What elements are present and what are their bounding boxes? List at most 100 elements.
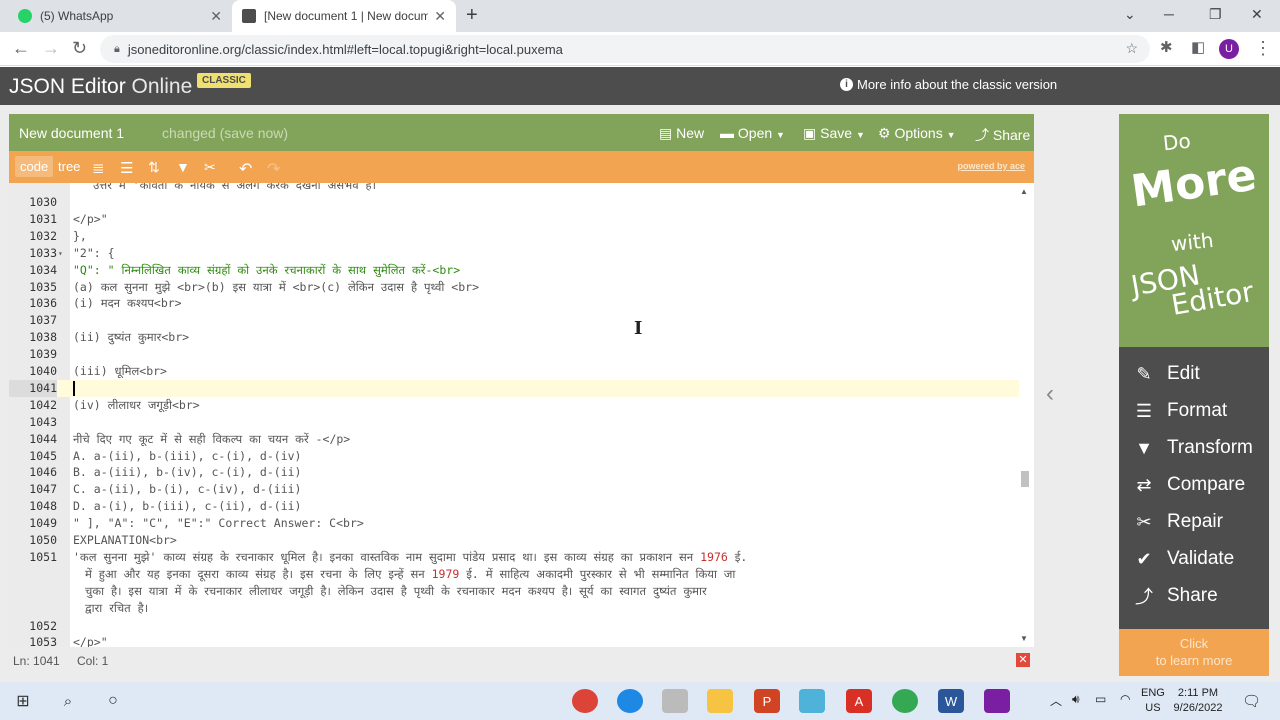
code-line[interactable]: 1041: [9, 379, 1019, 397]
teams-icon[interactable]: [984, 689, 1010, 713]
new-tab-icon[interactable]: +: [466, 4, 478, 27]
open-label: Open: [737, 125, 773, 141]
address-bar[interactable]: 🔒︎ jsoneditoronline.org/classic/index.ht…: [100, 35, 1150, 63]
compact-icon[interactable]: ☰: [120, 159, 133, 177]
code-line[interactable]: 1036 (i) मदन कश्यप<br>: [9, 295, 1019, 312]
json-editor-ad-panel[interactable]: Do More with JSON Editor ✎ Edit ☰ Format ▼ Tr…: [1119, 114, 1269, 676]
code-line[interactable]: 1037: [9, 312, 1019, 329]
tab-json-editor[interactable]: [New document 1 | New docume ✕: [232, 0, 456, 32]
code-line-wrap[interactable]: में हुआ और यह इनका दूसरा काव्य संग्रह है…: [9, 566, 1019, 583]
system-clock[interactable]: 2:11 PM 9/26/2022: [1168, 686, 1228, 716]
close-tab-icon[interactable]: ✕: [210, 8, 222, 25]
word-icon[interactable]: W: [938, 689, 964, 713]
edge-icon[interactable]: [617, 689, 643, 713]
document-name[interactable]: New document 1: [19, 125, 124, 141]
code-line[interactable]: 1032},: [9, 228, 1019, 245]
acrobat-icon[interactable]: A: [846, 689, 872, 713]
file-explorer-icon[interactable]: [707, 689, 733, 713]
code-line[interactable]: 1033 ▾ "2": {: [9, 245, 1019, 262]
chrome-icon[interactable]: [572, 689, 598, 713]
bookmark-star-icon[interactable]: ☆: [1125, 40, 1138, 57]
language-indicator[interactable]: ENG US: [1141, 686, 1165, 716]
powerpoint-icon[interactable]: P: [754, 689, 780, 713]
snipping-tool-icon[interactable]: [662, 689, 688, 713]
undo-icon[interactable]: ↶: [239, 159, 252, 179]
share-button[interactable]: ⤴ Share: [975, 125, 1030, 145]
filter-icon[interactable]: ▼: [176, 159, 190, 175]
code-line-wrap[interactable]: द्वारा रचित है।: [9, 600, 1019, 617]
open-button[interactable]: ▬ Open ▼: [720, 125, 785, 141]
format-icon[interactable]: ≣: [92, 159, 105, 177]
save-button[interactable]: ▣ Save ▼: [803, 125, 865, 142]
forward-icon[interactable]: →: [42, 38, 60, 59]
code-editor[interactable]: उत्तर में 'कविता के नायक से अलग करके देख…: [9, 183, 1034, 647]
side-panel-icon[interactable]: ◧: [1191, 38, 1205, 56]
repair-icon[interactable]: ✂: [204, 159, 216, 176]
code-line[interactable]: 1044 नीचे दिए गए कूट में से सही विकल्प का…: [9, 431, 1019, 448]
brand-logo[interactable]: JSON Editor Online: [9, 75, 192, 99]
collapse-panel-icon[interactable]: ‹: [1046, 380, 1054, 408]
scrollbar-thumb[interactable]: [1021, 471, 1029, 487]
code-line[interactable]: 1050 EXPLANATION<br>: [9, 532, 1019, 549]
code-line[interactable]: 1030: [9, 194, 1019, 211]
new-button[interactable]: ▤ New: [659, 125, 704, 142]
code-line[interactable]: 1031 </p>": [9, 211, 1019, 228]
tray-chevron-icon[interactable]: ︿: [1050, 692, 1062, 709]
app-icon[interactable]: [799, 689, 825, 713]
maximize-icon[interactable]: ❐: [1209, 6, 1222, 23]
code-line[interactable]: 1045 A. a-(ii), b-(iii), c-(i), d-(iv): [9, 448, 1019, 465]
extensions-icon[interactable]: ✱: [1160, 38, 1173, 56]
scroll-down-icon[interactable]: ▼: [1020, 634, 1028, 643]
code-line[interactable]: 1052: [9, 618, 1019, 635]
code-line[interactable]: 1035 (a) कल सुनना मुझे <br>(b) इस यात्रा …: [9, 279, 1019, 296]
code-line[interactable]: 1053 </p>": [9, 634, 1019, 647]
code-line[interactable]: 1040 (iii) धूमिल<br>: [9, 363, 1019, 380]
code-line[interactable]: 1051 'कल सुनना मुझे' काव्य संग्रह के रचना…: [9, 549, 1019, 566]
learn-more-button[interactable]: Click to learn more: [1119, 629, 1269, 676]
code-line[interactable]: 1043: [9, 414, 1019, 431]
line-number: 1033: [29, 245, 57, 260]
powered-by-ace-link[interactable]: powered by ace: [957, 161, 1025, 171]
close-tab-icon[interactable]: ✕: [434, 8, 446, 25]
code-line[interactable]: 1034 "Q": " निम्नलिखित काव्य संग्रहों को …: [9, 262, 1019, 279]
scroll-up-icon[interactable]: ▲: [1020, 187, 1028, 196]
save-status[interactable]: changed (save now): [162, 125, 288, 141]
line-indicator: Ln: 1041: [13, 654, 60, 668]
windows-start-icon[interactable]: ⊞: [10, 689, 36, 713]
profile-avatar[interactable]: U: [1219, 39, 1239, 59]
mode-code-button[interactable]: code: [15, 156, 54, 177]
options-button[interactable]: ⚙ Options ▼: [878, 125, 956, 142]
redo-icon[interactable]: ↷: [267, 159, 280, 179]
fold-toggle-icon[interactable]: ▾: [58, 245, 63, 262]
sort-icon[interactable]: ⇅: [148, 159, 160, 176]
reload-icon[interactable]: ↻: [72, 38, 87, 59]
close-window-icon[interactable]: ✕: [1251, 6, 1263, 23]
battery-icon[interactable]: ▭: [1095, 692, 1106, 706]
chrome-profile-icon[interactable]: [892, 689, 918, 713]
wifi-icon[interactable]: ◠: [1120, 692, 1130, 706]
volume-icon[interactable]: 🔊︎: [1072, 692, 1080, 707]
code-line[interactable]: 1039: [9, 346, 1019, 363]
menu-icon[interactable]: ⋮: [1254, 38, 1272, 59]
search-icon[interactable]: ⌕: [55, 689, 81, 713]
code-line[interactable]: 1042 (iv) लीलाधर जगूड़ी<br>: [9, 397, 1019, 414]
code-line[interactable]: 1038 (ii) दुष्यंत कुमार<br>: [9, 329, 1019, 346]
code-line[interactable]: 1046 B. a-(iii), b-(iv), c-(i), d-(ii): [9, 464, 1019, 481]
tab-search-icon[interactable]: ⌄: [1124, 6, 1136, 23]
minimize-icon[interactable]: ─: [1164, 6, 1174, 22]
code-line[interactable]: 1047 C. a-(ii), b-(i), c-(iv), d-(iii): [9, 481, 1019, 498]
notifications-icon[interactable]: 🗨︎: [1242, 692, 1261, 710]
code-line[interactable]: 1048 D. a-(i), b-(iii), c-(ii), d-(ii): [9, 498, 1019, 515]
back-icon[interactable]: ←: [12, 38, 30, 59]
mode-tree-button[interactable]: tree: [58, 159, 80, 174]
editor-menu-bar: New document 1 changed (save now) ▤ New …: [9, 114, 1034, 151]
error-close-icon[interactable]: ✕: [1016, 653, 1030, 667]
editor-scrollbar[interactable]: ▲ ▼: [1018, 185, 1032, 645]
code-number: 1976: [700, 549, 728, 564]
line-number: 1048: [29, 499, 57, 514]
more-info-link[interactable]: i More info about the classic version: [840, 77, 1057, 92]
code-line-wrap[interactable]: चुका है। इस यात्रा में के रचनाकार लीलाधर…: [9, 583, 1019, 600]
tab-whatsapp[interactable]: (5) WhatsApp ✕: [8, 0, 232, 32]
code-line[interactable]: 1049 " ], "A": "C", "E":" Correct Answer:…: [9, 515, 1019, 532]
task-view-icon[interactable]: ○: [100, 689, 126, 713]
